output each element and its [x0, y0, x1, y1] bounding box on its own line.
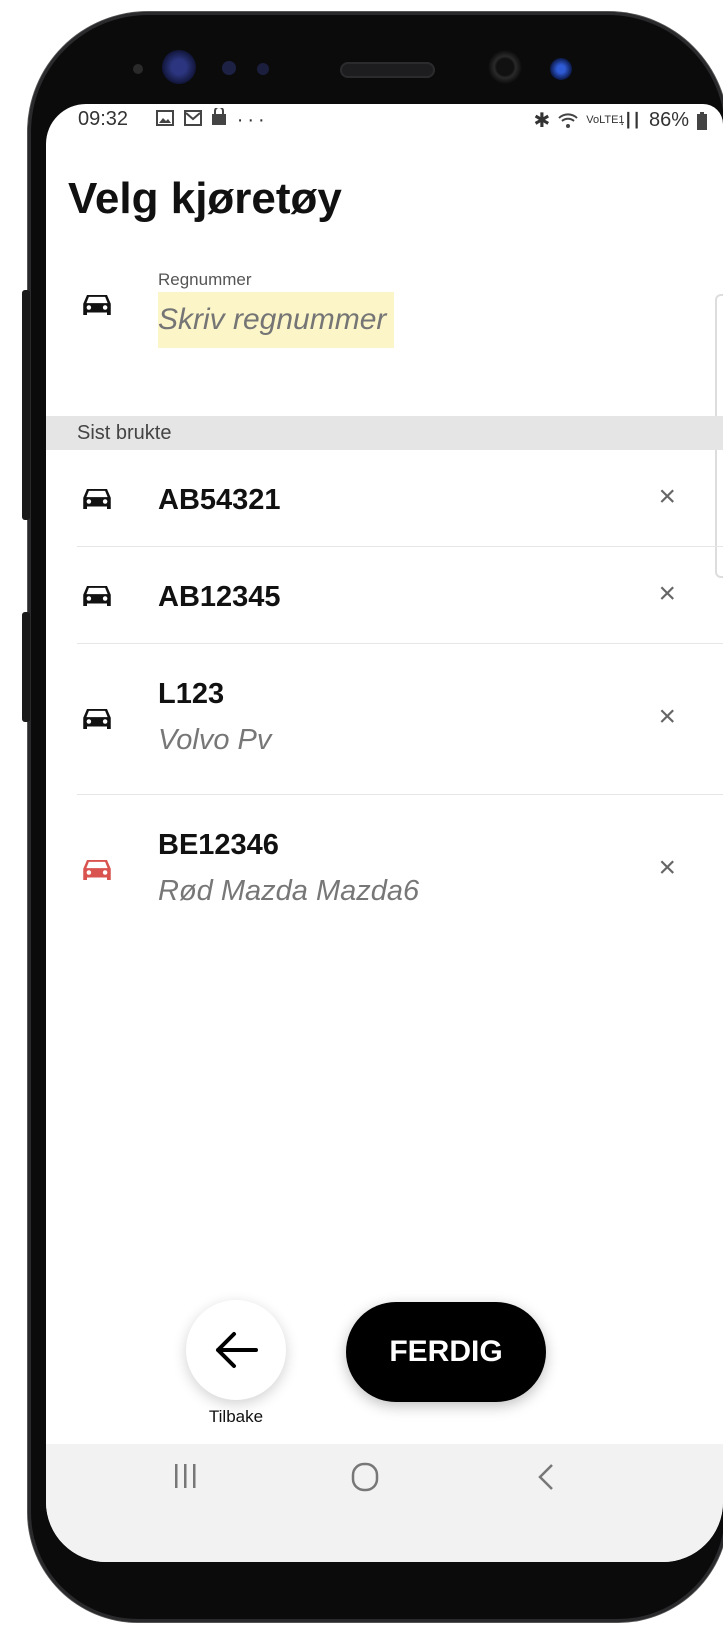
- battery-percent: 86%: [648, 109, 689, 131]
- image-icon: [156, 110, 174, 126]
- system-nav-bar: [46, 1444, 723, 1562]
- vehicle-description: Volvo Pv: [158, 724, 272, 756]
- vehicle-plate: AB12345: [158, 581, 281, 613]
- car-icon-red: [83, 860, 111, 880]
- iris-camera-icon: [550, 58, 572, 80]
- vehicle-plate: BE12346: [158, 829, 279, 861]
- remove-vehicle-icon[interactable]: ×: [658, 851, 676, 885]
- volume-button: [22, 290, 30, 520]
- battery-icon: [697, 111, 707, 130]
- car-icon: [83, 489, 111, 509]
- vehicle-plate: AB54321: [158, 484, 281, 516]
- done-button[interactable]: FERDIG: [346, 1302, 546, 1402]
- recent-vehicles-list: AB54321 × AB12345 × L123 Volvo Pv × BE12…: [46, 450, 723, 945]
- bag-icon: [212, 106, 227, 125]
- network-label: VoLTE1: [586, 114, 625, 126]
- vehicle-plate: L123: [158, 678, 225, 710]
- section-header-recent: Sist brukte: [46, 416, 723, 450]
- reg-field: Regnummer: [158, 270, 394, 348]
- signal-icon: .┃┃: [620, 112, 641, 128]
- earpiece-speaker: [340, 62, 435, 78]
- vehicle-list-item[interactable]: L123 Volvo Pv ×: [77, 644, 723, 795]
- remove-vehicle-icon[interactable]: ×: [658, 577, 676, 611]
- status-time: 09:32: [78, 108, 129, 130]
- bluetooth-icon: ✱: [533, 110, 551, 132]
- section-label: Sist brukte: [77, 422, 172, 444]
- bixby-button: [22, 612, 30, 722]
- vehicle-list-item[interactable]: AB54321 ×: [77, 450, 723, 547]
- reg-label: Regnummer: [158, 270, 252, 289]
- sensor-icon: [257, 63, 269, 75]
- vehicle-description: Rød Mazda Mazda6: [158, 875, 420, 907]
- sensor-icon: [222, 61, 236, 75]
- arrow-left-icon: [216, 1332, 258, 1368]
- mail-icon: [183, 110, 202, 126]
- status-right: ✱ VoLTE1 .┃┃ 86%: [533, 108, 707, 133]
- app-screen: 09:32 ··· ✱ VoLTE1 .┃┃ 86% Velg kjøretøy…: [46, 104, 723, 1562]
- front-camera-icon: [488, 50, 522, 84]
- vehicle-list-item[interactable]: AB12345 ×: [77, 547, 723, 644]
- home-icon[interactable]: [350, 1462, 380, 1492]
- iris-sensor-icon: [162, 50, 196, 84]
- back-button[interactable]: [186, 1300, 286, 1400]
- more-notifications-icon: ···: [236, 109, 269, 131]
- car-icon: [83, 295, 111, 315]
- reg-number-input[interactable]: [158, 292, 394, 348]
- car-icon: [83, 586, 111, 606]
- notification-icons: ···: [156, 106, 269, 132]
- remove-vehicle-icon[interactable]: ×: [658, 700, 676, 734]
- reg-input-row: Regnummer: [46, 264, 723, 374]
- remove-vehicle-icon[interactable]: ×: [658, 480, 676, 514]
- back-nav-icon[interactable]: [536, 1462, 556, 1492]
- status-bar: 09:32 ··· ✱ VoLTE1 .┃┃ 86%: [46, 104, 723, 138]
- page-title: Velg kjøretøy: [68, 174, 342, 223]
- back-label: Tilbake: [208, 1407, 264, 1426]
- car-icon: [83, 709, 111, 729]
- sensor-icon: [133, 64, 143, 74]
- wifi-icon: [558, 112, 578, 128]
- vehicle-list-item[interactable]: BE12346 Rød Mazda Mazda6 ×: [77, 795, 723, 945]
- recent-apps-icon[interactable]: [172, 1462, 198, 1490]
